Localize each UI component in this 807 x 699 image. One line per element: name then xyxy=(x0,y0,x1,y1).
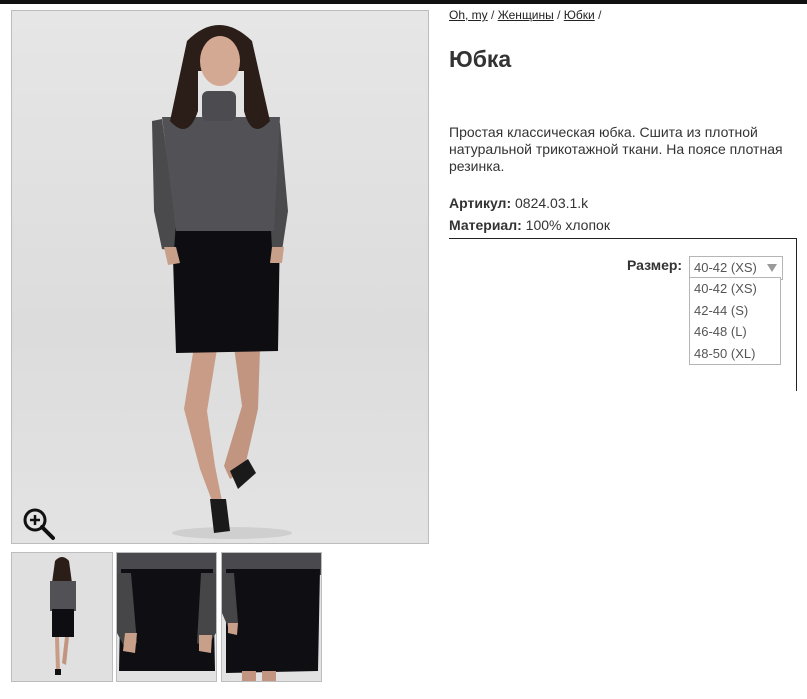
material-value: 100% хлопок xyxy=(525,217,610,233)
breadcrumb-separator: / xyxy=(598,8,602,22)
breadcrumb: Oh, my / Женщины / Юбки / xyxy=(449,8,601,22)
product-title: Юбка xyxy=(449,46,512,72)
size-dropdown-list: 40-42 (XS) 42-44 (S) 46-48 (L) 48-50 (XL… xyxy=(689,277,781,365)
thumbnail-full-view[interactable] xyxy=(11,552,113,682)
breadcrumb-separator: / xyxy=(491,8,495,22)
zoom-in-icon[interactable] xyxy=(22,507,56,541)
thumbnail-side-detail[interactable] xyxy=(221,552,322,682)
size-selected-value: 40-42 (XS) xyxy=(694,260,757,275)
top-bar xyxy=(0,0,807,4)
article-label: Артикул: xyxy=(449,195,512,211)
size-option-l[interactable]: 46-48 (L) xyxy=(690,321,780,343)
breadcrumb-link-skirts[interactable]: Юбки xyxy=(564,8,595,22)
thumbnail-skirt-side-image xyxy=(222,553,321,681)
thumbnail-model-image xyxy=(12,553,112,681)
breadcrumb-link-women[interactable]: Женщины xyxy=(498,8,554,22)
model-illustration xyxy=(152,25,292,539)
size-option-s[interactable]: 42-44 (S) xyxy=(690,300,780,322)
product-description: Простая классическая юбка. Сшита из плот… xyxy=(449,124,783,174)
thumbnail-front-detail[interactable] xyxy=(116,552,217,682)
article-value: 0824.03.1.k xyxy=(515,195,589,211)
product-article: Артикул: 0824.03.1.k xyxy=(449,195,588,211)
material-label: Материал: xyxy=(449,217,522,233)
size-option-xl[interactable]: 48-50 (XL) xyxy=(690,343,780,365)
breadcrumb-link-home[interactable]: Oh, my xyxy=(449,8,488,22)
thumbnail-skirt-front-image xyxy=(117,553,216,681)
chevron-down-icon xyxy=(767,264,777,272)
main-product-image[interactable] xyxy=(11,10,429,544)
size-option-xs[interactable]: 40-42 (XS) xyxy=(690,278,780,300)
size-label: Размер: xyxy=(627,257,683,273)
breadcrumb-separator: / xyxy=(557,8,561,22)
product-material: Материал: 100% хлопок xyxy=(449,217,610,233)
